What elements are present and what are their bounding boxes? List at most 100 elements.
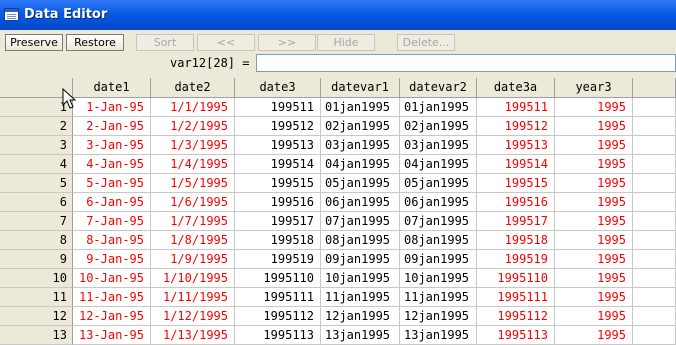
empty-cell[interactable]	[633, 117, 676, 136]
cell-date2[interactable]: 1/2/1995	[151, 117, 235, 136]
restore-button[interactable]: Restore	[66, 34, 124, 51]
cell-date3[interactable]: 199517	[235, 212, 321, 231]
cell-date3[interactable]: 1995112	[235, 307, 321, 326]
cell-date1[interactable]: 5-Jan-95	[73, 174, 151, 193]
sort-button[interactable]: Sort	[136, 34, 194, 51]
empty-cell[interactable]	[633, 307, 676, 326]
cell-datevar1[interactable]: 11jan1995	[321, 288, 400, 307]
cell-datevar2[interactable]: 02jan1995	[400, 117, 477, 136]
cell-datevar2[interactable]: 07jan1995	[400, 212, 477, 231]
row-number[interactable]: 4	[0, 155, 73, 174]
empty-cell[interactable]	[633, 155, 676, 174]
cell-datevar2[interactable]: 03jan1995	[400, 136, 477, 155]
cell-date2[interactable]: 1/10/1995	[151, 269, 235, 288]
cell-datevar2[interactable]: 12jan1995	[400, 307, 477, 326]
cell-datevar2[interactable]: 05jan1995	[400, 174, 477, 193]
cell-date3[interactable]: 199513	[235, 136, 321, 155]
cell-date3[interactable]: 199511	[235, 98, 321, 117]
cell-date2[interactable]: 1/8/1995	[151, 231, 235, 250]
row-number[interactable]: 7	[0, 212, 73, 231]
column-header-date3a[interactable]: date3a	[477, 78, 555, 98]
cell-datevar1[interactable]: 12jan1995	[321, 307, 400, 326]
cell-date2[interactable]: 1/9/1995	[151, 250, 235, 269]
column-header-date2[interactable]: date2	[151, 78, 235, 98]
cell-datevar2[interactable]: 09jan1995	[400, 250, 477, 269]
cell-datevar1[interactable]: 08jan1995	[321, 231, 400, 250]
cell-datevar1[interactable]: 03jan1995	[321, 136, 400, 155]
row-number[interactable]: 8	[0, 231, 73, 250]
cell-datevar2[interactable]: 11jan1995	[400, 288, 477, 307]
empty-cell[interactable]	[633, 231, 676, 250]
cell-datevar1[interactable]: 06jan1995	[321, 193, 400, 212]
cell-date3a[interactable]: 199518	[477, 231, 555, 250]
cell-year3[interactable]: 1995	[555, 250, 633, 269]
cell-date2[interactable]: 1/7/1995	[151, 212, 235, 231]
title-bar[interactable]: Data Editor	[0, 0, 676, 30]
cell-date2[interactable]: 1/5/1995	[151, 174, 235, 193]
cell-year3[interactable]: 1995	[555, 155, 633, 174]
column-header-date3[interactable]: date3	[235, 78, 321, 98]
cell-year3[interactable]: 1995	[555, 307, 633, 326]
cell-date2[interactable]: 1/3/1995	[151, 136, 235, 155]
next-variable-button[interactable]: >>	[258, 34, 316, 51]
cell-year3[interactable]: 1995	[555, 269, 633, 288]
cell-year3[interactable]: 1995	[555, 193, 633, 212]
cell-date3a[interactable]: 199512	[477, 117, 555, 136]
data-grid[interactable]: date1 date2 date3 datevar1 datevar2 date3a yea…	[0, 78, 676, 345]
cell-date1[interactable]: 12-Jan-95	[73, 307, 151, 326]
empty-cell[interactable]	[633, 212, 676, 231]
cell-date2[interactable]: 1/12/1995	[151, 307, 235, 326]
empty-cell[interactable]	[633, 269, 676, 288]
cell-year3[interactable]: 1995	[555, 212, 633, 231]
cell-datevar1[interactable]: 07jan1995	[321, 212, 400, 231]
row-number[interactable]: 10	[0, 269, 73, 288]
cell-date1[interactable]: 10-Jan-95	[73, 269, 151, 288]
cell-datevar1[interactable]: 13jan1995	[321, 326, 400, 345]
cell-date1[interactable]: 8-Jan-95	[73, 231, 151, 250]
cell-date3a[interactable]: 1995110	[477, 269, 555, 288]
cell-date3[interactable]: 1995110	[235, 269, 321, 288]
cell-date3a[interactable]: 199516	[477, 193, 555, 212]
cell-year3[interactable]: 1995	[555, 174, 633, 193]
empty-cell[interactable]	[633, 136, 676, 155]
cell-date1[interactable]: 6-Jan-95	[73, 193, 151, 212]
cell-datevar2[interactable]: 06jan1995	[400, 193, 477, 212]
row-number[interactable]: 11	[0, 288, 73, 307]
cell-date3[interactable]: 199519	[235, 250, 321, 269]
cell-date1[interactable]: 4-Jan-95	[73, 155, 151, 174]
column-header-year3[interactable]: year3	[555, 78, 633, 98]
cell-date2[interactable]: 1/13/1995	[151, 326, 235, 345]
cell-year3[interactable]: 1995	[555, 136, 633, 155]
cell-date1[interactable]: 13-Jan-95	[73, 326, 151, 345]
cell-datevar1[interactable]: 02jan1995	[321, 117, 400, 136]
empty-cell[interactable]	[633, 250, 676, 269]
delete-button[interactable]: Delete...	[397, 34, 455, 51]
row-number[interactable]: 13	[0, 326, 73, 345]
row-number[interactable]: 5	[0, 174, 73, 193]
cell-date3a[interactable]: 199514	[477, 155, 555, 174]
row-number[interactable]: 2	[0, 117, 73, 136]
cell-date2[interactable]: 1/11/1995	[151, 288, 235, 307]
cell-year3[interactable]: 1995	[555, 326, 633, 345]
cell-date3a[interactable]: 199517	[477, 212, 555, 231]
cell-datevar1[interactable]: 04jan1995	[321, 155, 400, 174]
cell-year3[interactable]: 1995	[555, 98, 633, 117]
preserve-button[interactable]: Preserve	[5, 34, 63, 51]
cell-datevar1[interactable]: 09jan1995	[321, 250, 400, 269]
cell-date3a[interactable]: 1995113	[477, 326, 555, 345]
column-header-date1[interactable]: date1	[73, 78, 151, 98]
cell-date3a[interactable]: 199511	[477, 98, 555, 117]
cell-date3[interactable]: 199514	[235, 155, 321, 174]
cell-date3a[interactable]: 1995112	[477, 307, 555, 326]
cell-datevar1[interactable]: 05jan1995	[321, 174, 400, 193]
cell-value-input[interactable]	[256, 54, 676, 72]
cell-year3[interactable]: 1995	[555, 288, 633, 307]
previous-variable-button[interactable]: <<	[197, 34, 255, 51]
row-number[interactable]: 12	[0, 307, 73, 326]
row-number[interactable]: 9	[0, 250, 73, 269]
cell-date1[interactable]: 2-Jan-95	[73, 117, 151, 136]
cell-date3[interactable]: 199515	[235, 174, 321, 193]
column-header-datevar1[interactable]: datevar1	[321, 78, 400, 98]
cell-date1[interactable]: 3-Jan-95	[73, 136, 151, 155]
cell-date1[interactable]: 11-Jan-95	[73, 288, 151, 307]
